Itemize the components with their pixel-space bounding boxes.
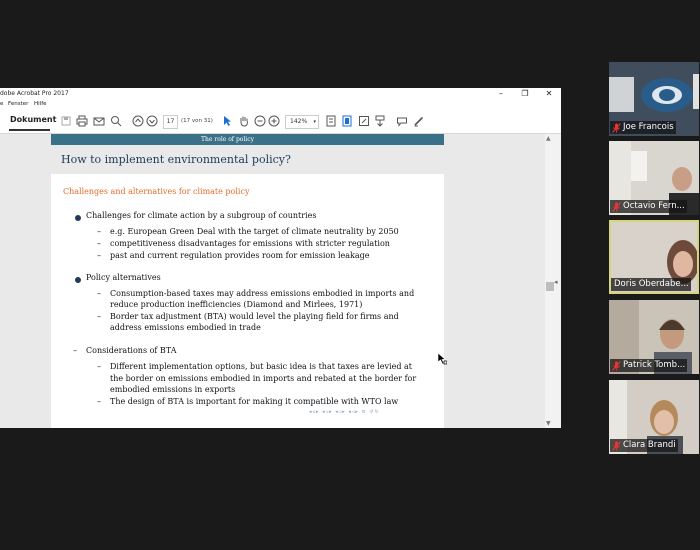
- zoom-in-icon[interactable]: [268, 115, 280, 127]
- export-icon[interactable]: [374, 115, 386, 127]
- participant-name-label: Clara Brandi: [610, 439, 678, 452]
- dash-marker: –: [97, 312, 101, 321]
- participant-name: Patrick Tomb...: [623, 360, 686, 370]
- scroll-up-icon[interactable]: ▲: [546, 135, 551, 142]
- beamer-navigation-icon[interactable]: ◂◃▸ ◂◃▸ ◂◃▸ ◂◃▸ ≡ ↺↻: [309, 409, 380, 415]
- mouse-cursor-icon: [437, 353, 447, 365]
- dash-marker: –: [97, 397, 101, 406]
- menu-item-partial[interactable]: e: [0, 101, 3, 107]
- sub-item: Border tax adjustment (BTA) would level …: [110, 312, 399, 321]
- comment-icon[interactable]: [396, 115, 408, 127]
- sub-item: e.g. European Green Deal with the target…: [110, 227, 399, 236]
- sub-item-continuation: embodied emissions in exports: [110, 385, 236, 394]
- bullet-icon: [75, 215, 81, 221]
- sub-item-continuation: address emissions embodied in trade: [110, 323, 261, 332]
- slide-title-bar: How to implement environmental policy?: [51, 145, 444, 174]
- page-up-icon[interactable]: [132, 115, 144, 127]
- scroll-down-icon[interactable]: ▼: [546, 420, 551, 427]
- document-area[interactable]: The role of policy How to implement envi…: [0, 134, 545, 428]
- sub-item: past and current regulation provides roo…: [110, 251, 370, 260]
- participant-tile[interactable]: Octavio Fern...: [609, 141, 699, 215]
- participant-name-label: Octavio Fern...: [610, 200, 687, 213]
- participant-name-label: Patrick Tomb...: [610, 359, 688, 372]
- page-down-icon[interactable]: [146, 115, 158, 127]
- chevron-down-icon: ▾: [313, 119, 316, 125]
- page-number-input[interactable]: 17: [163, 115, 178, 129]
- bullet-item: Considerations of BTA: [86, 346, 177, 355]
- participant-tile[interactable]: Clara Brandi: [609, 380, 699, 454]
- mic-muted-icon: [612, 360, 621, 371]
- close-button[interactable]: ✕: [537, 88, 561, 100]
- sub-item: Consumption-based taxes may address emis…: [110, 289, 415, 298]
- tab-underline: [9, 129, 50, 131]
- block-title: Challenges and alternatives for climate …: [63, 187, 250, 196]
- maximize-button[interactable]: ❐: [513, 88, 537, 100]
- print-icon[interactable]: [76, 115, 88, 127]
- zoom-level-value: 142%: [290, 118, 308, 125]
- slide-title: How to implement environmental policy?: [61, 153, 291, 166]
- zoom-out-icon[interactable]: [254, 115, 266, 127]
- participant-name: Octavio Fern...: [623, 201, 685, 211]
- participant-tile-active-speaker[interactable]: Doris Oberdabe...: [609, 220, 699, 294]
- sub-item: competitiveness disadvantages for emissi…: [110, 239, 390, 248]
- section-header: The role of policy: [51, 134, 444, 145]
- dash-marker: –: [97, 362, 101, 371]
- mic-muted-icon: [612, 201, 621, 212]
- menu-item-hilfe[interactable]: Hilfe: [34, 101, 47, 107]
- toolbar: Dokument 17 (17 von 31) 142% ▾: [0, 109, 561, 134]
- participant-name: Clara Brandi: [623, 440, 676, 450]
- participant-name-label: Joe Francois: [610, 121, 676, 134]
- mic-muted-icon: [612, 122, 621, 133]
- mic-muted-icon: [612, 440, 621, 451]
- hand-tool-icon[interactable]: [238, 115, 250, 127]
- menu-bar: e Fenster Hilfe: [0, 100, 561, 109]
- dash-marker: –: [97, 289, 101, 298]
- dash-marker: –: [73, 346, 77, 355]
- select-cursor-icon[interactable]: [221, 115, 233, 127]
- sub-item: The design of BTA is important for makin…: [110, 397, 399, 406]
- dash-marker: –: [97, 239, 101, 248]
- vertical-scrollbar[interactable]: ▲ ▼: [545, 134, 561, 428]
- page-count: (17 von 31): [181, 118, 213, 124]
- search-icon[interactable]: [110, 115, 122, 127]
- minimize-button[interactable]: –: [489, 88, 513, 100]
- participant-name: Doris Oberdabe...: [614, 279, 689, 289]
- bullet-icon: [75, 277, 81, 283]
- dash-marker: –: [97, 227, 101, 236]
- collapse-panel-icon[interactable]: ◂: [554, 278, 558, 286]
- sub-item-continuation: the border on emissions embodied in impo…: [110, 374, 417, 383]
- pdf-page: The role of policy How to implement envi…: [51, 134, 444, 428]
- participant-name-label: Doris Oberdabe...: [611, 278, 691, 291]
- acrobat-window: dobe Acrobat Pro 2017 – ❐ ✕ e Fenster Hi…: [0, 88, 561, 428]
- menu-item-fenster[interactable]: Fenster: [8, 101, 28, 107]
- participant-tile[interactable]: Joe Francois: [609, 62, 699, 136]
- participant-name: Joe Francois: [623, 122, 674, 132]
- sub-item-continuation: reduce production inefficiencies (Diamon…: [110, 300, 363, 309]
- participant-tile[interactable]: Patrick Tomb...: [609, 300, 699, 374]
- highlight-pen-icon[interactable]: [413, 115, 425, 127]
- scroll-mode-icon[interactable]: [325, 115, 337, 127]
- dash-marker: –: [97, 251, 101, 260]
- zoom-level-select[interactable]: 142% ▾: [285, 115, 319, 129]
- tab-dokument[interactable]: Dokument: [10, 115, 56, 124]
- section-label: The role of policy: [201, 136, 254, 143]
- fullscreen-icon[interactable]: [358, 115, 370, 127]
- window-title: dobe Acrobat Pro 2017: [0, 90, 69, 97]
- scrollbar-thumb[interactable]: [546, 282, 554, 291]
- fit-page-icon[interactable]: [341, 115, 353, 127]
- bullet-item: Challenges for climate action by a subgr…: [86, 211, 317, 220]
- save-icon[interactable]: [60, 115, 72, 127]
- bullet-item: Policy alternatives: [86, 273, 161, 282]
- title-bar: dobe Acrobat Pro 2017 – ❐ ✕: [0, 88, 561, 100]
- mail-icon[interactable]: [93, 115, 105, 127]
- sub-item: Different implementation options, but ba…: [110, 362, 412, 371]
